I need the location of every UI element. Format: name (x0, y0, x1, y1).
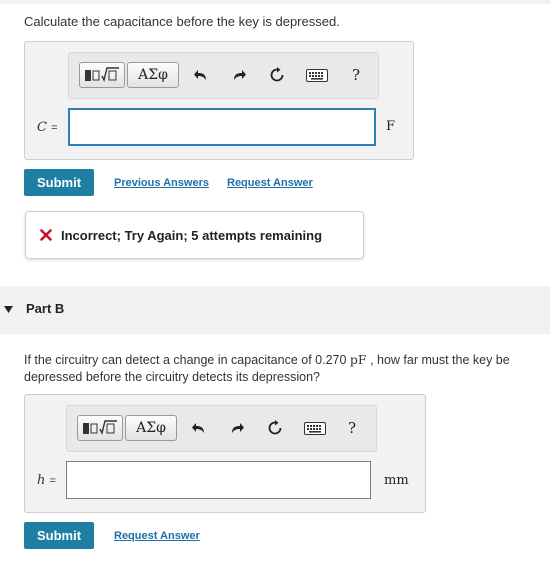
feedback-text: Incorrect; Try Again; 5 attempts remaini… (61, 227, 323, 243)
part-b-header[interactable]: Part B (0, 286, 550, 334)
part-b-question-prefix: If the circuitry can detect a change in … (24, 353, 350, 367)
part-b-answer-input[interactable] (66, 461, 371, 499)
part-a-toolbar: ΑΣφ ? (68, 52, 379, 99)
top-divider (0, 0, 550, 4)
greek-symbols-button[interactable]: ΑΣφ (127, 62, 179, 88)
reset-icon[interactable] (265, 418, 285, 438)
part-a-equals: = (51, 122, 58, 134)
incorrect-x-icon (40, 229, 52, 241)
templates-button[interactable] (79, 62, 125, 88)
part-a-unit: F (386, 119, 396, 134)
templates-icon (83, 420, 117, 436)
part-a-request-answer-link[interactable]: Request Answer (227, 177, 313, 189)
greek-symbols-label: ΑΣφ (138, 67, 168, 83)
collapse-triangle-icon[interactable] (4, 306, 13, 313)
greek-symbols-label: ΑΣφ (136, 420, 166, 436)
part-b-unit: mm (384, 473, 409, 488)
templates-button[interactable] (77, 415, 123, 441)
part-b-title: Part B (26, 301, 65, 316)
part-a-variable: C (37, 120, 47, 135)
part-b-question: If the circuitry can detect a change in … (24, 351, 544, 386)
undo-icon[interactable] (191, 65, 211, 85)
part-b-submit-button[interactable]: Submit (24, 522, 94, 549)
part-b-request-answer-link[interactable]: Request Answer (114, 530, 200, 542)
feedback-message: Incorrect; Try Again; 5 attempts remaini… (25, 211, 364, 259)
part-a-question: Calculate the capacitance before the key… (24, 14, 340, 29)
part-b-variable: h (37, 473, 46, 488)
part-b-question-unit: pF (349, 352, 367, 367)
part-b-variable-label: h = (37, 473, 56, 488)
part-a-answer-input[interactable] (68, 108, 376, 146)
previous-answers-link[interactable]: Previous Answers (114, 177, 209, 189)
part-b-question-line1: If the circuitry can detect a change in … (24, 351, 544, 369)
undo-icon[interactable] (189, 418, 209, 438)
part-b-question-suffix: , how far must the key be (366, 353, 510, 367)
part-b-question-line2: depressed before the circuitry detects i… (24, 370, 320, 384)
keyboard-icon[interactable] (303, 419, 327, 437)
keyboard-icon[interactable] (305, 66, 329, 84)
part-a-variable-label: C = (37, 120, 58, 135)
help-icon[interactable]: ? (343, 418, 361, 438)
reset-icon[interactable] (267, 65, 287, 85)
part-b-toolbar: ΑΣφ ? (66, 405, 377, 452)
templates-icon (85, 67, 119, 83)
redo-icon[interactable] (227, 418, 247, 438)
part-a-submit-button[interactable]: Submit (24, 169, 94, 196)
help-icon[interactable]: ? (347, 65, 365, 85)
greek-symbols-button[interactable]: ΑΣφ (125, 415, 177, 441)
part-b-equals: = (49, 475, 56, 487)
redo-icon[interactable] (229, 65, 249, 85)
